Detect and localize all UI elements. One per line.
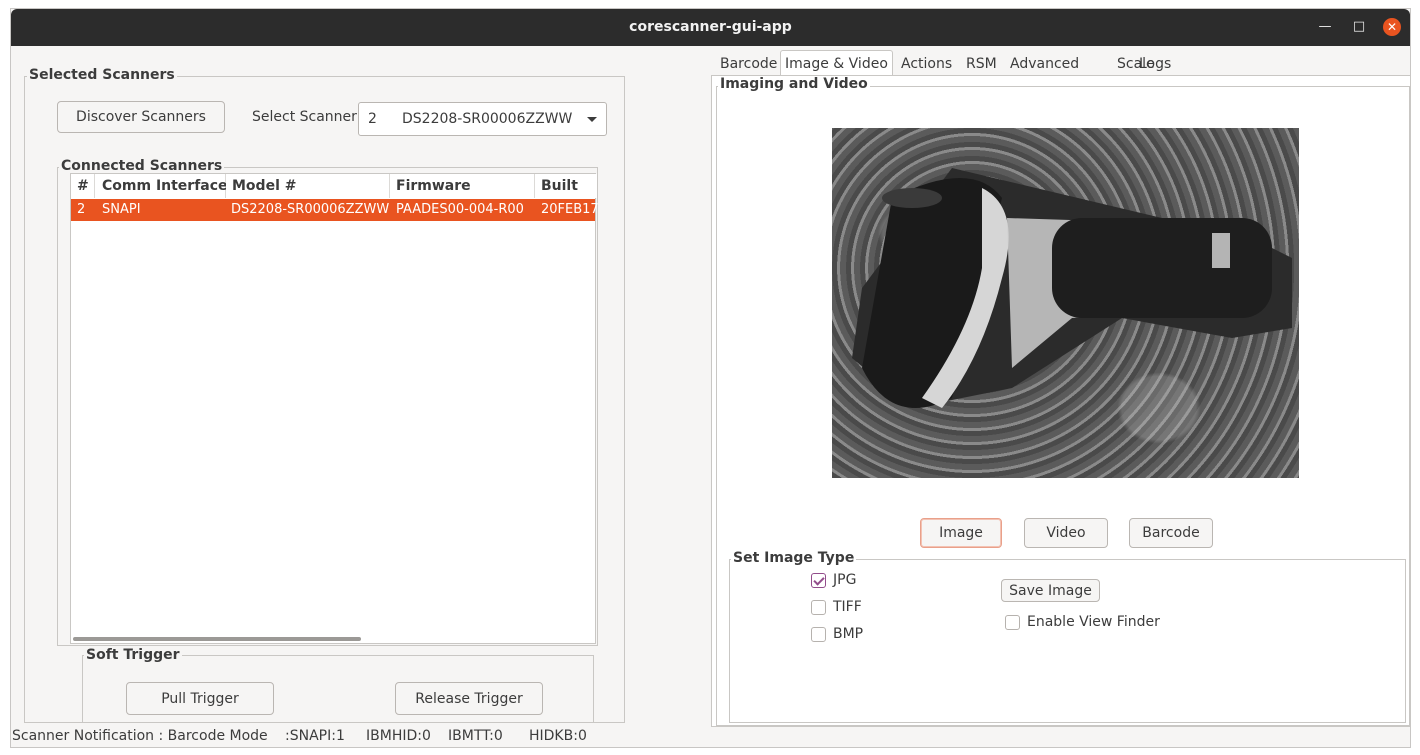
discover-scanners-button[interactable]: Discover Scanners <box>57 101 225 133</box>
view-finder-label: Enable View Finder <box>1027 614 1160 630</box>
tiff-checkbox[interactable] <box>811 600 826 615</box>
connected-scanners-title: Connected Scanners <box>59 158 225 174</box>
scanner-name-value: DS2208-SR00006ZZWW <box>402 111 573 127</box>
app-window: corescanner-gui-app — □ ✕ Selected Scann… <box>10 8 1411 748</box>
bmp-checkbox[interactable] <box>811 627 826 642</box>
selected-scanners-title: Selected Scanners <box>27 67 177 83</box>
save-image-button[interactable]: Save Image <box>1001 579 1100 602</box>
select-scanner-dropdown[interactable]: 2 DS2208-SR00006ZZWW <box>358 102 607 136</box>
cell-comm-interface: SNAPI <box>102 202 141 217</box>
col-header-firmware[interactable]: Firmware <box>390 174 535 198</box>
view-finder-checkbox[interactable] <box>1005 615 1020 630</box>
minimize-icon[interactable]: — <box>1316 18 1334 36</box>
jpg-label: JPG <box>833 572 857 588</box>
bmp-label: BMP <box>833 626 864 642</box>
cell-firmware: PAADES00-004-R00 <box>396 202 524 217</box>
image-button[interactable]: Image <box>920 518 1002 548</box>
col-header-number[interactable]: # <box>71 174 95 198</box>
tiff-label: TIFF <box>833 599 862 615</box>
maximize-icon[interactable]: □ <box>1350 18 1368 36</box>
cell-built: 20FEB17 <box>541 202 599 217</box>
scanner-notification: Scanner Notification : Barcode Mode <box>12 728 268 744</box>
col-header-model[interactable]: Model # <box>226 174 390 198</box>
close-icon[interactable]: ✕ <box>1383 18 1401 36</box>
pull-trigger-button[interactable]: Pull Trigger <box>126 682 274 715</box>
soft-trigger-title: Soft Trigger <box>84 647 182 663</box>
release-trigger-button[interactable]: Release Trigger <box>395 682 543 715</box>
set-image-type-title: Set Image Type <box>731 550 857 566</box>
col-header-built[interactable]: Built <box>535 174 597 198</box>
jpg-checkbox[interactable] <box>811 573 826 588</box>
scanner-photo-illustration <box>852 168 1292 408</box>
ibmhid-count: IBMHID:0 <box>366 728 431 744</box>
select-scanner-label: Select Scanner <box>252 109 357 125</box>
title-bar: corescanner-gui-app — □ ✕ <box>11 9 1410 46</box>
cell-number: 2 <box>77 202 86 217</box>
ibmtt-count: IBMTT:0 <box>448 728 503 744</box>
hidkb-count: HIDKB:0 <box>529 728 587 744</box>
snapi-count: :SNAPI:1 <box>285 728 345 744</box>
chevron-down-icon <box>587 117 597 122</box>
table-row[interactable]: 2 SNAPI DS2208-SR00006ZZWW PAADES00-004-… <box>71 199 599 221</box>
imaging-video-title: Imaging and Video <box>718 76 870 92</box>
scanner-id-value: 2 <box>368 111 377 127</box>
horizontal-scrollbar[interactable] <box>73 637 361 641</box>
cell-model: DS2208-SR00006ZZWW <box>231 202 390 217</box>
scanners-table: # Comm Interface Model # Firmware Built … <box>70 173 599 644</box>
video-button[interactable]: Video <box>1024 518 1108 548</box>
col-header-comm-interface[interactable]: Comm Interface <box>96 174 228 198</box>
barcode-button[interactable]: Barcode <box>1129 518 1213 548</box>
camera-preview-image <box>832 128 1299 478</box>
window-title: corescanner-gui-app <box>629 19 792 35</box>
